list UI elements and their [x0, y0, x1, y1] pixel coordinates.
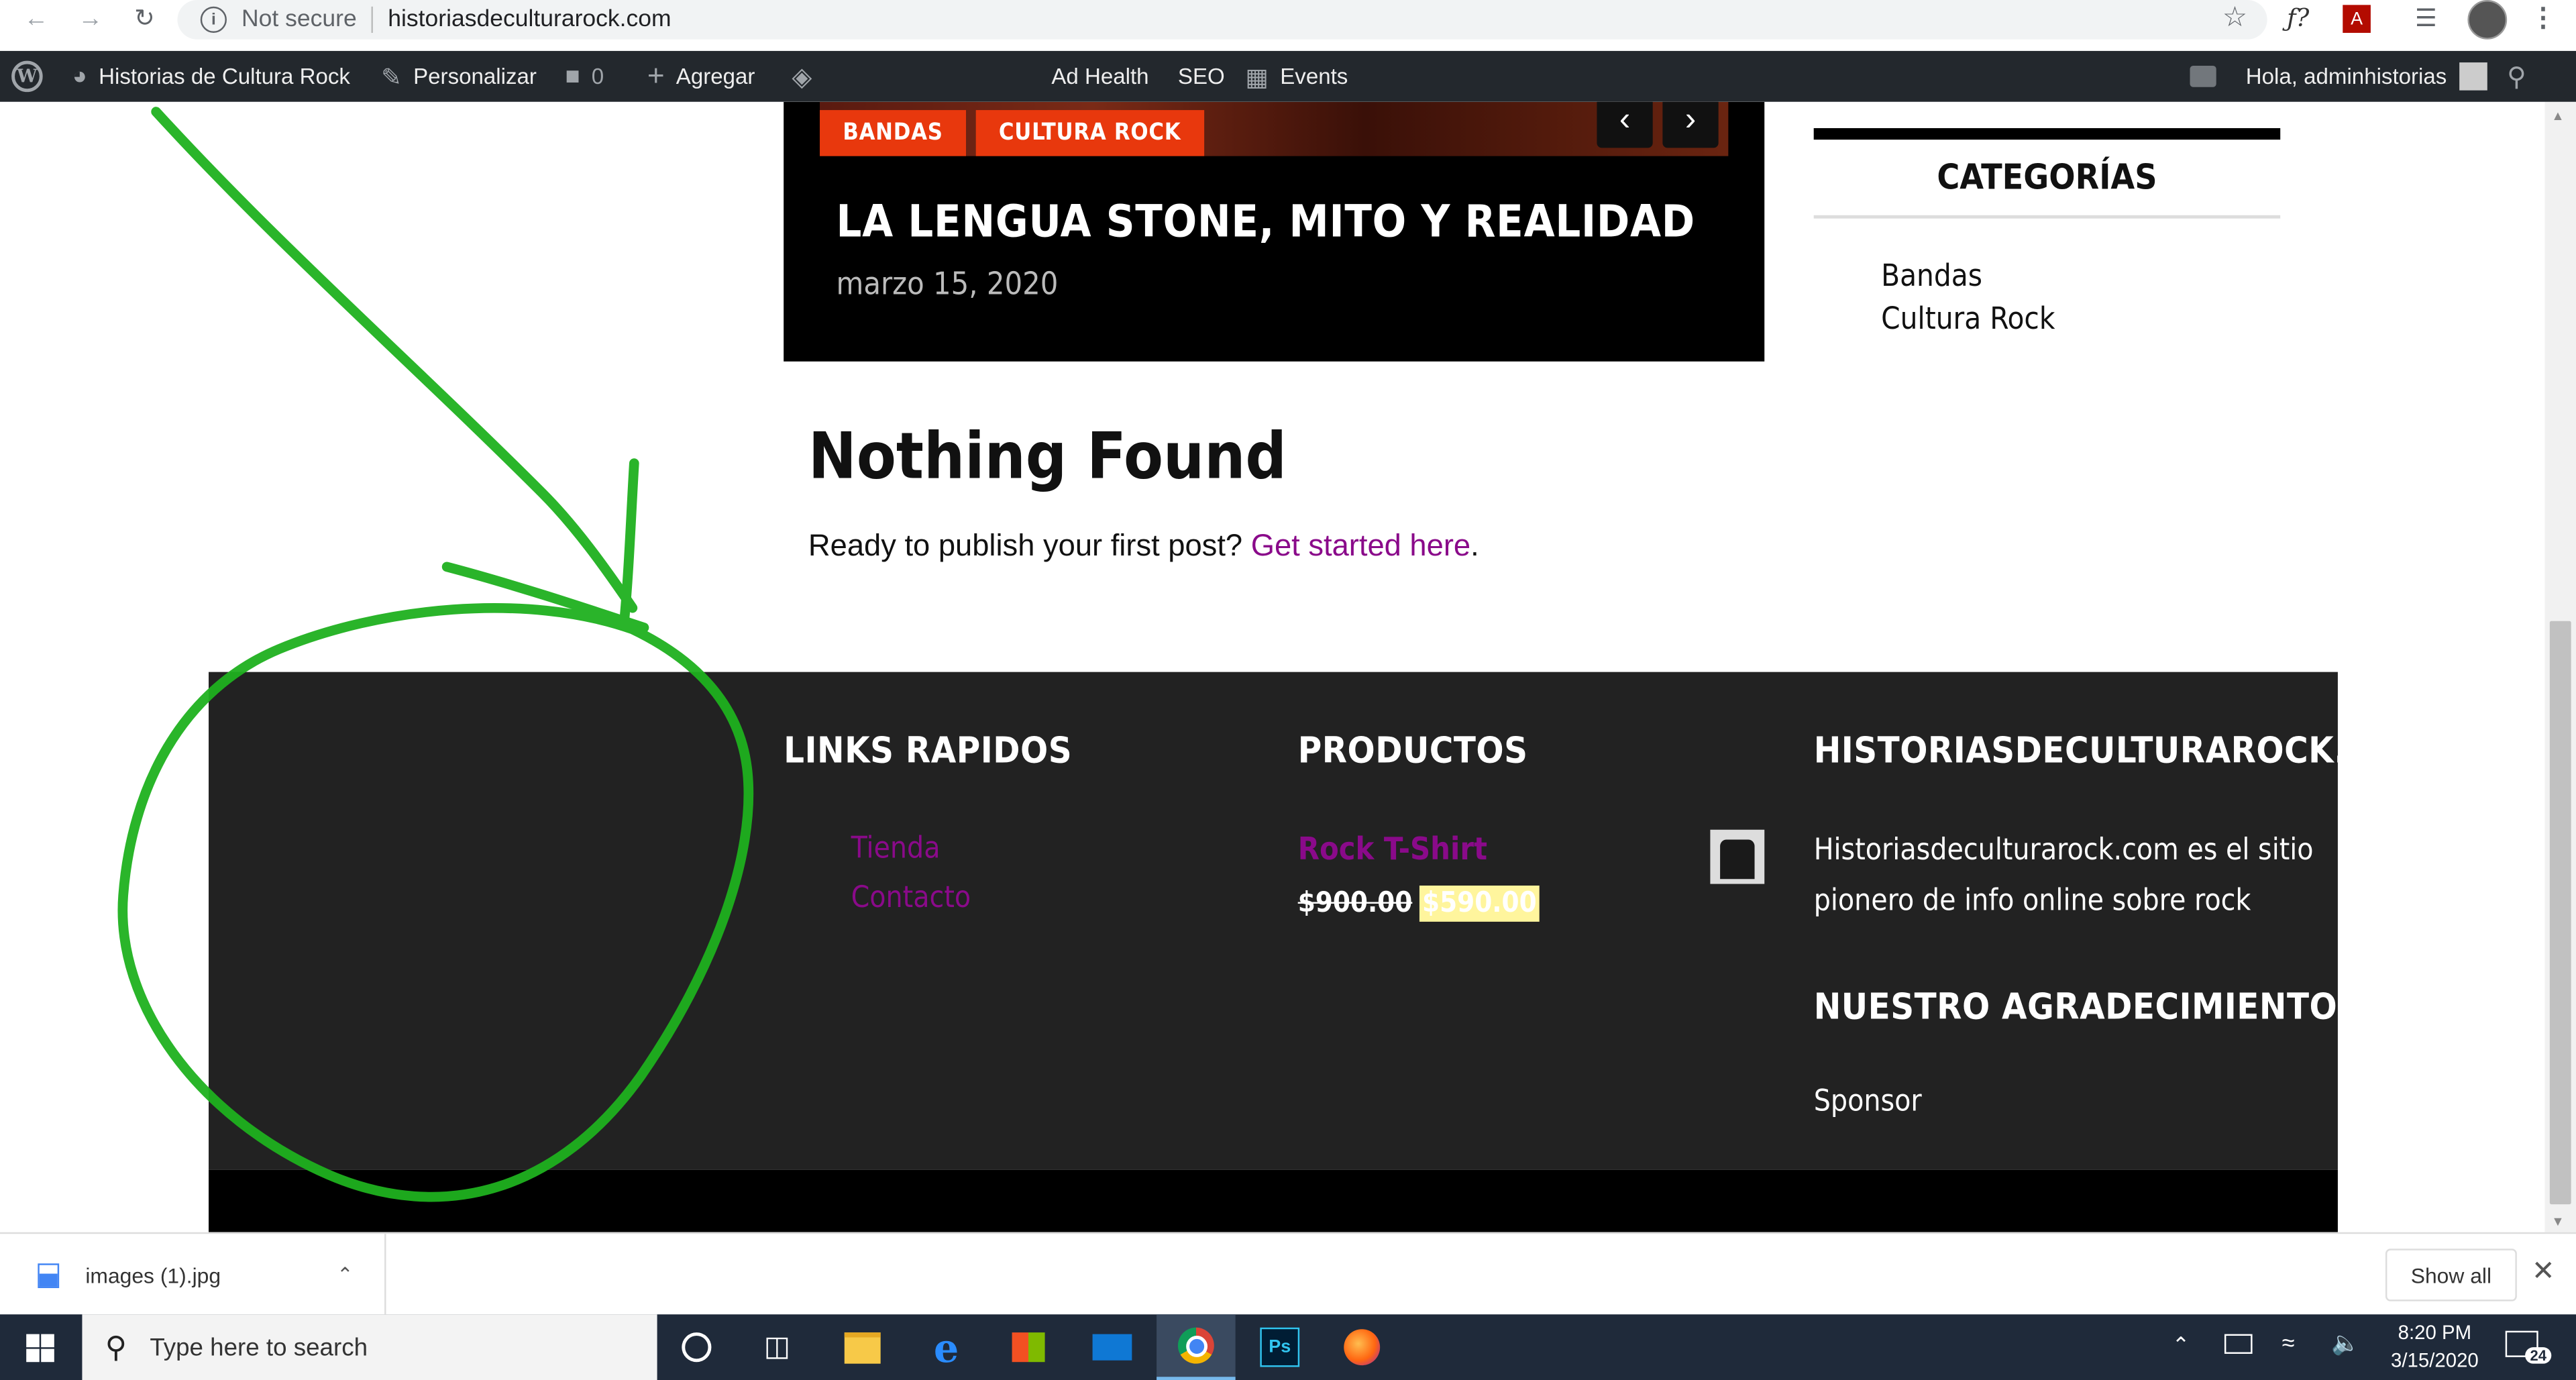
comments-count: 0: [591, 64, 604, 89]
add-new-item[interactable]: + Agregar: [647, 51, 755, 102]
comments-item[interactable]: ■ 0: [565, 51, 604, 102]
download-item[interactable]: images (1).jpg ⌃: [0, 1234, 386, 1316]
page-content: BANDAS CULTURA ROCK ‹ › LA LENGUA STONE,…: [0, 101, 2545, 1232]
volume-icon[interactable]: 🔈: [2331, 1329, 2360, 1357]
plugin-diamond-icon[interactable]: ◈: [792, 51, 812, 102]
seo-item[interactable]: SEO: [1178, 51, 1225, 102]
brush-icon: ✎: [381, 63, 402, 91]
star-icon[interactable]: ☆: [2222, 1, 2247, 34]
site-name: Historias de Cultura Rock: [99, 64, 350, 89]
chrome-icon[interactable]: [1157, 1314, 1236, 1380]
windows-taskbar: ⚲ Type here to search ◫ e Ps ⌃ ≈ 🔈 8:20 …: [0, 1314, 2576, 1380]
back-icon[interactable]: ←: [19, 1, 52, 34]
annotation-arrow-head-right: [619, 458, 639, 627]
comment-icon: ■: [565, 62, 580, 91]
site-name-item[interactable]: ◕ Historias de Cultura Rock: [72, 51, 350, 102]
store-icon[interactable]: [989, 1314, 1068, 1380]
download-shelf: images (1).jpg ⌃ Show all ✕: [0, 1232, 2576, 1316]
calendar-icon: ▦: [1245, 63, 1269, 91]
reload-icon[interactable]: ↻: [128, 1, 161, 34]
battery-icon[interactable]: [2224, 1334, 2253, 1354]
plus-icon: +: [647, 59, 665, 93]
acrobat-extension-icon[interactable]: A: [2343, 5, 2371, 33]
search-icon: ⚲: [105, 1330, 127, 1363]
photoshop-icon[interactable]: Ps: [1240, 1314, 1320, 1380]
dashboard-icon: ◕: [72, 62, 87, 91]
url-text[interactable]: historiasdeculturarock.com: [388, 7, 671, 33]
divider: [371, 6, 374, 33]
task-view-icon[interactable]: ◫: [738, 1314, 817, 1380]
edge-icon[interactable]: e: [907, 1314, 986, 1380]
clock-time: 8:20 PM: [2398, 1320, 2472, 1344]
show-all-label: Show all: [2410, 1263, 2492, 1287]
taskbar-search-box[interactable]: ⚲ Type here to search: [82, 1314, 657, 1380]
chevron-up-icon[interactable]: ⌃: [337, 1263, 354, 1286]
wordpress-logo-icon[interactable]: W: [11, 51, 43, 102]
windows-start-icon[interactable]: [0, 1314, 79, 1380]
scrollbar-thumb[interactable]: [2549, 621, 2571, 1205]
info-icon[interactable]: i: [200, 6, 227, 33]
file-explorer-icon[interactable]: [823, 1314, 902, 1380]
greeting: Hola, adminhistorias: [2245, 64, 2447, 89]
formula-extension-icon[interactable]: ƒ?: [2287, 3, 2309, 33]
browser-toolbar: ← → ↻ i Not secure historiasdeculturaroc…: [0, 0, 2576, 51]
ad-health-item[interactable]: Ad Health: [1051, 51, 1148, 102]
notification-bubble-icon[interactable]: [2190, 51, 2216, 102]
notification-count-badge: 24: [2525, 1347, 2552, 1364]
security-label: Not secure: [241, 6, 357, 33]
profile-avatar[interactable]: [2467, 0, 2508, 40]
annotation-overlay: [117, 107, 754, 1202]
customize-label: Personalizar: [413, 64, 537, 89]
taskbar-search-placeholder: Type here to search: [150, 1333, 368, 1361]
clock-date: 3/15/2020: [2391, 1348, 2479, 1372]
add-new-label: Agregar: [676, 64, 755, 89]
close-icon[interactable]: ✕: [2532, 1255, 2555, 1288]
customize-item[interactable]: ✎ Personalizar: [381, 51, 537, 102]
taskbar-clock[interactable]: 8:20 PM 3/15/2020: [2382, 1320, 2487, 1375]
mail-icon[interactable]: [1073, 1314, 1152, 1380]
events-item[interactable]: ▦ Events: [1245, 51, 1348, 102]
cortana-icon[interactable]: [657, 1314, 737, 1380]
wifi-icon[interactable]: ≈: [2282, 1329, 2295, 1355]
show-hidden-icons-chevron-icon[interactable]: ⌃: [2172, 1332, 2190, 1359]
media-control-icon[interactable]: ☰: [2415, 3, 2437, 33]
user-avatar-icon: [2459, 62, 2488, 91]
events-label: Events: [1280, 64, 1348, 89]
download-filename: images (1).jpg: [85, 1263, 221, 1287]
image-file-icon: [38, 1263, 60, 1287]
show-all-button[interactable]: Show all: [2385, 1249, 2517, 1302]
annotation-circle: [117, 603, 754, 1202]
firefox-icon[interactable]: [1322, 1314, 1401, 1380]
address-bar[interactable]: i Not secure historiasdeculturarock.com …: [177, 0, 2267, 40]
admin-search-icon[interactable]: ⚲: [2507, 51, 2526, 102]
account-item[interactable]: Hola, adminhistorias: [2246, 51, 2488, 102]
wp-admin-bar: W ◕ Historias de Cultura Rock ✎ Personal…: [0, 50, 2576, 143]
menu-kebab-icon[interactable]: ⋮: [2530, 1, 2556, 34]
annotation-arrow-shaft: [151, 107, 638, 613]
forward-icon[interactable]: →: [74, 1, 107, 34]
